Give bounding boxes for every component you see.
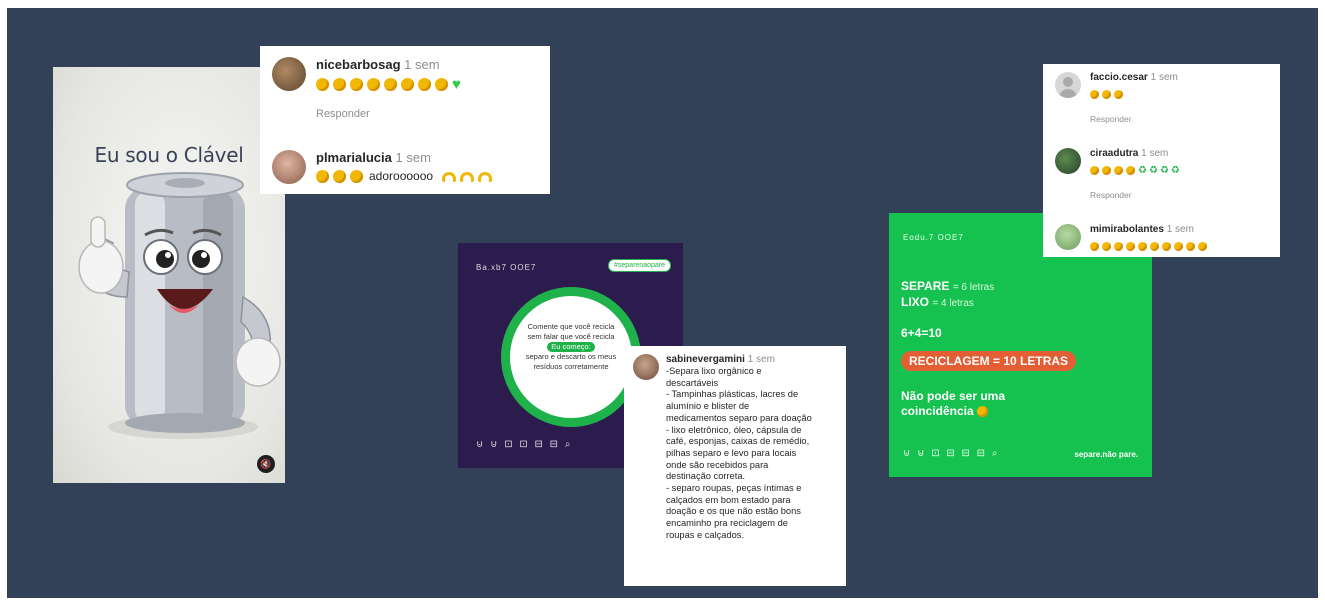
reply-link[interactable]: Responder (316, 108, 461, 120)
comments-box-top: nicebarbosag 1 sem ♥ Responder plmarialu… (260, 46, 550, 194)
comments-box-right: faccio.cesar 1 sem Responder ciraadutra … (1043, 64, 1280, 257)
social-icons-row: ⊍ ⊍ ⊡ ⊟ ⊟ ⊟ ⌕ (903, 448, 1000, 459)
reply-link[interactable]: Responder (1090, 190, 1180, 200)
avatar[interactable] (1055, 148, 1081, 174)
comment-time: 1 sem (1141, 148, 1169, 159)
emoji-clapping-row (1090, 238, 1207, 256)
emoji-row: ♻ ♻ ♻ ♻ (1090, 162, 1180, 180)
comment-item: ciraadutra 1 sem ♻ ♻ ♻ ♻ Responder (1055, 148, 1180, 200)
avatar[interactable] (1055, 224, 1081, 250)
raised-hands-icon (478, 171, 493, 182)
comment-item: plmarialucia 1 sem adoroooooo (272, 150, 493, 184)
slide-background: Eu sou o Clável 🔇 nicebarbosag 1 sem ♥ R… (7, 8, 1318, 598)
comment-time: 1 sem (1150, 72, 1178, 83)
separe-line: SEPARE = 6 letras (901, 279, 995, 293)
comment-username[interactable]: faccio.cesar (1090, 72, 1148, 83)
green-card-brand: separe.não pare. (1074, 450, 1138, 459)
hashtag-badge: #separenaopare (608, 259, 671, 272)
sum-line: 6+4=10 (901, 326, 942, 340)
avatar[interactable] (272, 57, 306, 91)
winking-face-icon (977, 406, 989, 418)
avatar[interactable] (1055, 72, 1081, 98)
comment-time: 1 sem (404, 57, 440, 72)
comment-username[interactable]: mimirabolantes (1090, 224, 1164, 235)
mascot-title: Eu sou o Clável (94, 143, 244, 167)
comment-username[interactable]: nicebarbosag (316, 57, 401, 72)
comment-body: -Separa lixo orgânico e descartáveis - T… (666, 366, 812, 540)
comment-text: adoroooooo (369, 169, 434, 183)
mascot-video-card[interactable]: Eu sou o Clável 🔇 (53, 67, 285, 483)
recycle-icon: ♻ (1148, 165, 1158, 177)
comment-username[interactable]: ciraadutra (1090, 148, 1138, 159)
green-card-logo: Eodu.7 OOE7 (903, 233, 964, 242)
green-heart-icon: ♥ (452, 76, 461, 94)
raised-hands-icon (460, 171, 475, 182)
highlight-pill: Eu começo: (547, 342, 595, 352)
comment-text-row: adoroooooo (316, 169, 493, 184)
purple-card-text: Comente que você recicla sem falar que v… (525, 322, 617, 371)
speech-circle: Comente que você recicla sem falar que v… (501, 287, 641, 427)
coincidence-text: Não pode ser uma coincidência (901, 389, 1006, 418)
recycle-icon: ♻ (1138, 165, 1147, 177)
speaker-muted-icon[interactable]: 🔇 (257, 455, 275, 473)
comment-item: mimirabolantes 1 sem (1055, 224, 1207, 256)
raised-hands-icon (442, 171, 457, 182)
recycle-icon: ♻ (1170, 165, 1180, 177)
reply-link[interactable]: Responder (1090, 114, 1178, 124)
comment-time: 1 sem (395, 150, 431, 165)
reciclagem-pill: RECICLAGEM = 10 LETRAS (901, 351, 1077, 371)
comment-username[interactable]: sabinevergamini (666, 354, 745, 365)
comment-sabine: sabinevergamini 1 sem -Separa lixo orgân… (624, 346, 846, 586)
comment-item: faccio.cesar 1 sem Responder (1055, 72, 1178, 124)
emoji-clapping-row: ♥ (316, 76, 461, 94)
comment-item: nicebarbosag 1 sem ♥ Responder (272, 57, 461, 120)
emoji-clapping-row (1090, 86, 1178, 104)
avatar[interactable] (633, 354, 659, 380)
social-icons-row: ⊍ ⊍ ⊡ ⊡ ⊟ ⊟ ⌕ (476, 439, 573, 450)
purple-card-logo: Ba.xb7 OOE7 (476, 263, 537, 272)
recycle-icon: ♻ (1159, 165, 1169, 177)
comment-username[interactable]: plmarialucia (316, 150, 392, 165)
comment-time: 1 sem (747, 354, 775, 365)
comment-time: 1 sem (1166, 224, 1194, 235)
avatar[interactable] (272, 150, 306, 184)
can-mascot-illustration (78, 172, 281, 439)
lixo-line: LIXO = 4 letras (901, 295, 974, 309)
